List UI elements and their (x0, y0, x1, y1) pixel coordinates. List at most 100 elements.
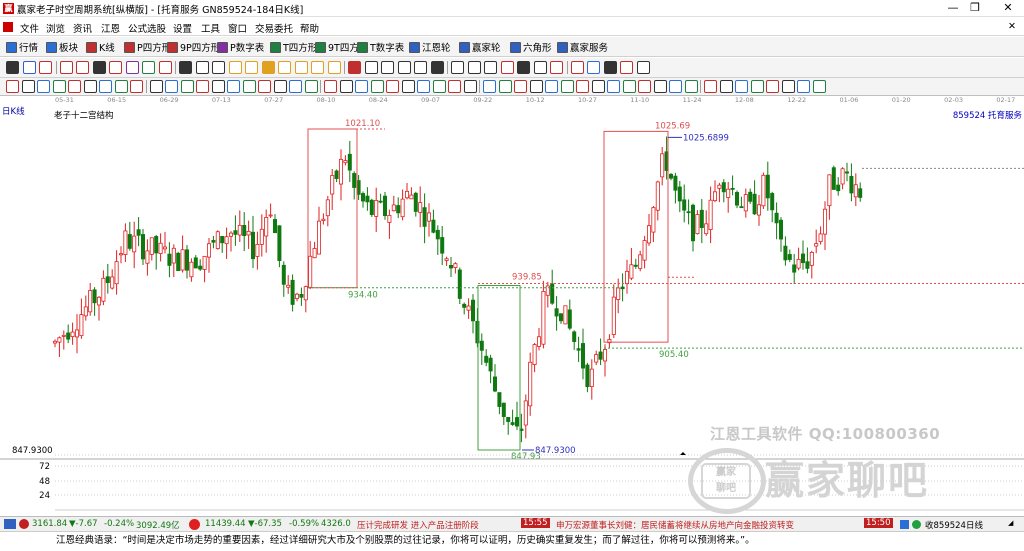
analysis-tool-16-icon[interactable] (258, 80, 271, 93)
analysis-tool-3-icon[interactable] (52, 80, 66, 93)
draw-tool-26-icon[interactable] (451, 61, 464, 74)
toolbar-p-table-button[interactable]: P数字表 (217, 40, 264, 54)
draw-tool-16-icon[interactable] (278, 61, 291, 74)
analysis-tool-2-icon[interactable] (37, 80, 50, 93)
draw-tool-14-icon[interactable] (245, 61, 258, 74)
analysis-tool-5-icon[interactable] (83, 80, 97, 93)
draw-tool-25-icon[interactable] (430, 61, 444, 74)
draw-tool-10-icon[interactable] (179, 61, 192, 74)
draw-tool-3-icon[interactable] (59, 61, 73, 74)
news-ticker-1[interactable]: 压计完成研发 进入产品注册阶段 (357, 519, 479, 531)
menu-news[interactable]: 资讯 (73, 21, 92, 35)
draw-tool-36-icon[interactable] (620, 61, 633, 74)
draw-tool-30-icon[interactable] (517, 61, 530, 74)
toolbar-p-square-button[interactable]: P四方形 (124, 40, 171, 54)
toolbar-t-table-button[interactable]: T数字表 (357, 40, 404, 54)
analysis-tool-40-icon[interactable] (638, 80, 651, 93)
analysis-tool-47-icon[interactable] (750, 80, 764, 93)
analysis-tool-20-icon[interactable] (324, 80, 337, 93)
toolbar-winner-wheel-button[interactable]: 赢家轮 (459, 40, 501, 54)
menu-trade[interactable]: 交易委托 (255, 21, 293, 35)
resize-grip-icon[interactable]: ◢ (1008, 519, 1013, 527)
analysis-tool-39-icon[interactable] (622, 80, 636, 93)
draw-tool-5-icon[interactable] (92, 61, 106, 74)
analysis-tool-30-icon[interactable] (483, 80, 496, 93)
analysis-tool-29-icon[interactable] (463, 80, 477, 93)
toolbar-grid-button[interactable]: 行情 (6, 40, 38, 54)
mdi-close-icon[interactable]: ✕ (1008, 21, 1016, 32)
news-ticker-2[interactable]: 申万宏源董事长刘健：居民储蓄将继续从房地产向金融投资转变 (556, 519, 862, 531)
analysis-tool-24-icon[interactable] (386, 80, 399, 93)
analysis-tool-25-icon[interactable] (401, 80, 415, 93)
toolbar-9p-square-button[interactable]: 9P四方形 (167, 40, 220, 54)
analysis-tool-34-icon[interactable] (545, 80, 558, 93)
draw-tool-29-icon[interactable] (500, 61, 514, 74)
analysis-tool-48-icon[interactable] (766, 80, 779, 93)
analysis-tool-15-icon[interactable] (242, 80, 256, 93)
draw-tool-20-icon[interactable] (348, 61, 361, 74)
analysis-tool-1-icon[interactable] (21, 80, 35, 93)
analysis-tool-37-icon[interactable] (591, 80, 605, 93)
kline-chart[interactable]: 1021.10 934.40 939.85 847.93 847.9300 1025.69… (0, 105, 1024, 516)
analysis-tool-31-icon[interactable] (498, 80, 512, 93)
analysis-tool-7-icon[interactable] (114, 80, 128, 93)
draw-tool-33-icon[interactable] (570, 61, 584, 74)
restore-button[interactable]: ❐ (961, 0, 989, 16)
analysis-tool-27-icon[interactable] (432, 80, 446, 93)
analysis-tool-32-icon[interactable] (514, 80, 527, 93)
draw-tool-1-icon[interactable] (22, 61, 36, 74)
draw-tool-32-icon[interactable] (550, 61, 563, 74)
menu-tools[interactable]: 工具 (201, 21, 220, 35)
draw-tool-11-icon[interactable] (195, 61, 209, 74)
analysis-tool-28-icon[interactable] (448, 80, 461, 93)
analysis-tool-26-icon[interactable] (417, 80, 430, 93)
analysis-tool-18-icon[interactable] (289, 80, 302, 93)
draw-tool-0-icon[interactable] (6, 61, 19, 74)
draw-tool-19-icon[interactable] (327, 61, 341, 74)
menu-formula-select[interactable]: 公式选股 (128, 21, 166, 35)
analysis-tool-51-icon[interactable] (812, 80, 826, 93)
toolbar-blocks-button[interactable]: 板块 (46, 40, 78, 54)
analysis-tool-6-icon[interactable] (99, 80, 112, 93)
analysis-tool-49-icon[interactable] (781, 80, 795, 93)
analysis-tool-38-icon[interactable] (607, 80, 620, 93)
analysis-tool-10-icon[interactable] (165, 80, 178, 93)
draw-tool-37-icon[interactable] (636, 61, 650, 74)
menu-browse[interactable]: 浏览 (46, 21, 65, 35)
draw-tool-35-icon[interactable] (603, 61, 617, 74)
draw-tool-4-icon[interactable] (76, 61, 89, 74)
analysis-tool-35-icon[interactable] (560, 80, 574, 93)
draw-tool-15-icon[interactable] (261, 61, 275, 74)
analysis-tool-12-icon[interactable] (196, 80, 209, 93)
analysis-tool-44-icon[interactable] (704, 80, 717, 93)
toolbar-gann-wheel-button[interactable]: 江恩轮 (409, 40, 451, 54)
draw-tool-23-icon[interactable] (397, 61, 411, 74)
draw-tool-27-icon[interactable] (467, 61, 481, 74)
toolbar-kline-button[interactable]: K线 (86, 40, 115, 54)
draw-tool-34-icon[interactable] (587, 61, 600, 74)
draw-tool-2-icon[interactable] (39, 61, 52, 74)
draw-tool-6-icon[interactable] (109, 61, 122, 74)
draw-tool-24-icon[interactable] (414, 61, 427, 74)
analysis-tool-33-icon[interactable] (529, 80, 543, 93)
analysis-tool-19-icon[interactable] (304, 80, 318, 93)
draw-tool-18-icon[interactable] (311, 61, 324, 74)
analysis-tool-14-icon[interactable] (227, 80, 240, 93)
draw-tool-22-icon[interactable] (381, 61, 394, 74)
analysis-tool-23-icon[interactable] (370, 80, 384, 93)
toolbar-hexagon-button[interactable]: 六角形 (510, 40, 552, 54)
analysis-tool-8-icon[interactable] (130, 80, 143, 93)
analysis-tool-36-icon[interactable] (576, 80, 589, 93)
analysis-tool-11-icon[interactable] (180, 80, 194, 93)
draw-tool-13-icon[interactable] (228, 61, 242, 74)
draw-tool-8-icon[interactable] (142, 61, 155, 74)
analysis-tool-42-icon[interactable] (669, 80, 682, 93)
menu-settings[interactable]: 设置 (173, 21, 192, 35)
analysis-tool-43-icon[interactable] (684, 80, 698, 93)
analysis-tool-4-icon[interactable] (68, 80, 81, 93)
close-button[interactable]: ✕ (994, 0, 1022, 16)
analysis-tool-9-icon[interactable] (149, 80, 163, 93)
draw-tool-31-icon[interactable] (533, 61, 547, 74)
draw-tool-28-icon[interactable] (484, 61, 497, 74)
analysis-tool-22-icon[interactable] (355, 80, 368, 93)
